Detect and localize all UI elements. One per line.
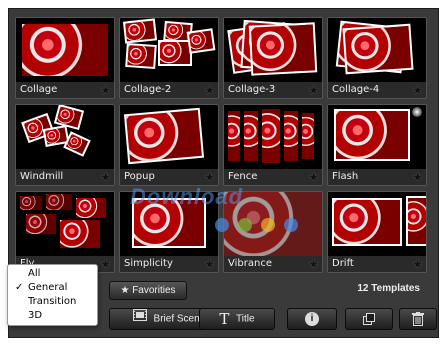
template-thumbnail [328,18,426,82]
template-tile-collage-2[interactable]: Collage-2 ★ [119,17,219,99]
filter-dropdown-menu: All ✓ General Transition 3D [7,264,98,326]
star-icon: ★ [120,285,130,296]
template-tile-collage-3[interactable]: Collage-3 ★ [223,17,323,99]
favorite-star-icon[interactable]: ★ [412,258,423,270]
favorite-star-icon[interactable]: ★ [100,171,111,183]
title-label: Title [236,313,255,325]
info-icon: i [305,312,319,326]
template-thumbnail [120,105,218,169]
favorite-star-icon[interactable]: ★ [100,258,111,270]
favorite-star-icon[interactable]: ★ [308,84,319,96]
template-count: 12 Templates [357,283,420,294]
template-thumbnail [224,18,322,82]
menu-item-general[interactable]: ✓ General [8,281,97,295]
template-thumbnail [16,18,114,82]
template-tile-fly[interactable]: Fly ★ [15,191,115,273]
template-tile-collage-4[interactable]: Collage-4 ★ [327,17,427,99]
favorite-star-icon[interactable]: ★ [308,258,319,270]
template-thumbnail [224,105,322,169]
delete-button[interactable] [399,308,437,330]
menu-item-all[interactable]: All [8,267,97,281]
favorite-star-icon[interactable]: ★ [412,171,423,183]
watermark-dot [238,218,252,232]
favorite-star-icon[interactable]: ★ [204,84,215,96]
duplicate-button[interactable] [345,308,393,330]
template-tile-fence[interactable]: Fence ★ [223,104,323,186]
template-thumbnail [328,105,426,169]
menu-item-label: General [28,282,68,293]
menu-item-transition[interactable]: Transition [8,295,97,309]
template-thumbnail [328,192,426,256]
watermark-dot [261,218,275,232]
film-icon [132,309,147,329]
menu-item-3d[interactable]: 3D [8,309,97,323]
watermark-dot [284,218,298,232]
watermark-text: Download [130,184,244,209]
template-tile-collage[interactable]: Collage ★ [15,17,115,99]
template-tile-popup[interactable]: Popup ★ [119,104,219,186]
trash-icon [412,312,424,329]
favorites-label: Favorities [132,285,176,296]
template-grid: Collage ★ Collage-2 ★ Collage-3 ★ Collag… [15,17,427,273]
favorite-star-icon[interactable]: ★ [100,84,111,96]
text-t-icon: T [219,310,230,328]
template-thumbnail [16,105,114,169]
info-button[interactable]: i [287,308,337,330]
favorite-star-icon[interactable]: ★ [204,258,215,270]
template-thumbnail [16,192,114,256]
brief-scene-label: Brief Scene [153,313,206,325]
duplicate-icon [362,313,376,329]
template-thumbnail [120,18,218,82]
favorites-button[interactable]: ★ Favorities [109,281,187,300]
template-tile-windmill[interactable]: Windmill ★ [15,104,115,186]
template-tile-drift[interactable]: Drift ★ [327,191,427,273]
template-tile-flash[interactable]: Flash ★ [327,104,427,186]
watermark-dot [215,218,229,232]
checkmark-icon: ✓ [15,282,24,293]
favorite-star-icon[interactable]: ★ [204,171,215,183]
title-button[interactable]: T Title [199,308,275,330]
favorite-star-icon[interactable]: ★ [308,171,319,183]
favorite-star-icon[interactable]: ★ [412,84,423,96]
